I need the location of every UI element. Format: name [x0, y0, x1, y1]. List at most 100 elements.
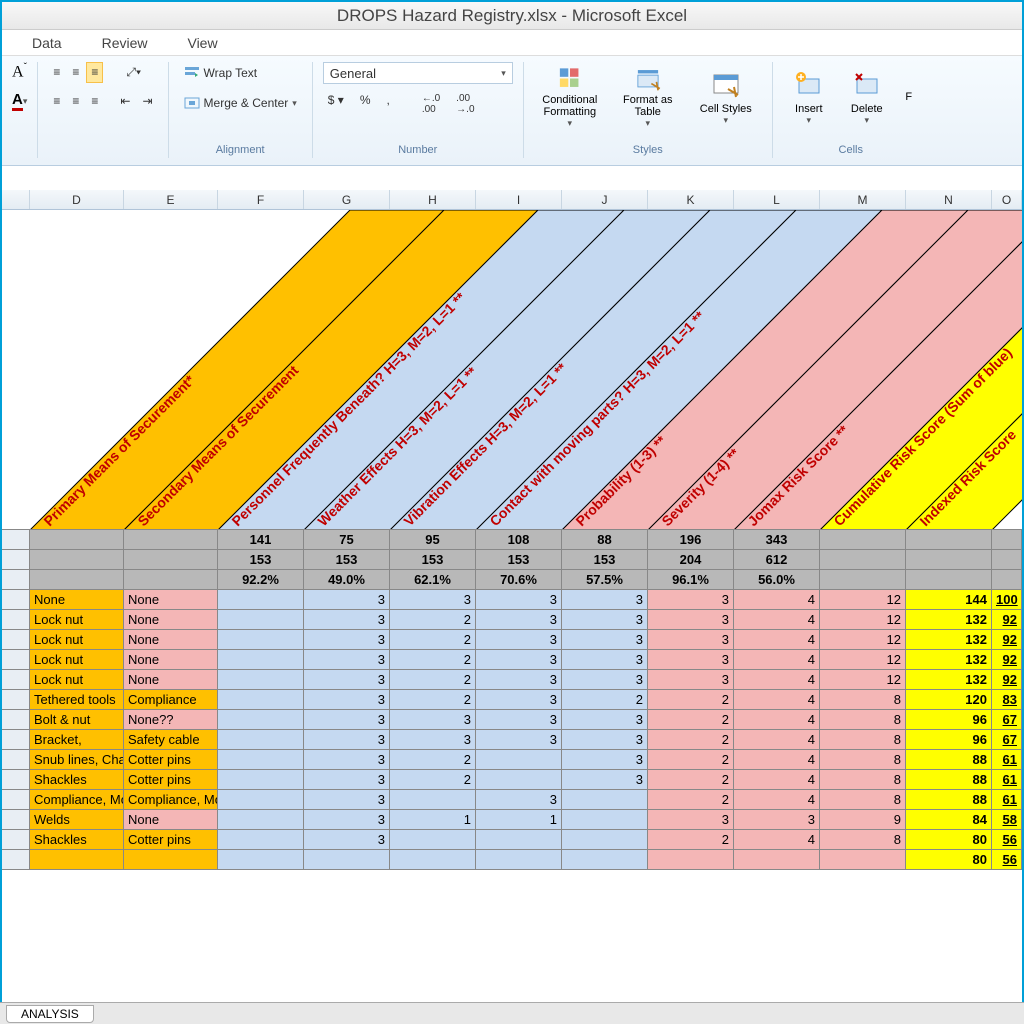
cell[interactable]: 3 — [390, 730, 476, 750]
cell[interactable]: 8 — [820, 750, 906, 770]
summary-cell[interactable]: 88 — [562, 530, 648, 550]
summary-cell[interactable] — [30, 570, 124, 590]
cell[interactable]: 3 — [562, 710, 648, 730]
cell[interactable] — [476, 750, 562, 770]
cell-indexed[interactable]: 61 — [992, 790, 1022, 810]
cell-primary[interactable]: Shackles — [30, 830, 124, 850]
cell[interactable] — [218, 630, 304, 650]
increase-decimal[interactable]: ←.0.00 — [417, 90, 445, 118]
cell-indexed[interactable]: 92 — [992, 630, 1022, 650]
summary-cell[interactable]: 56.0% — [734, 570, 820, 590]
cell[interactable]: 3 — [476, 790, 562, 810]
cell[interactable]: 2 — [390, 750, 476, 770]
cell-secondary[interactable]: None?? — [124, 710, 218, 730]
cell-primary[interactable] — [30, 850, 124, 870]
cell[interactable]: 3 — [648, 630, 734, 650]
insert-button[interactable]: Insert ▾ — [783, 64, 835, 130]
cell[interactable]: 3 — [476, 730, 562, 750]
cell[interactable]: 1 — [390, 810, 476, 830]
cell[interactable] — [476, 770, 562, 790]
summary-cell[interactable]: 612 — [734, 550, 820, 570]
cell-cumulative[interactable]: 88 — [906, 750, 992, 770]
summary-cell[interactable]: 62.1% — [390, 570, 476, 590]
cell[interactable] — [562, 830, 648, 850]
cell[interactable]: 2 — [648, 730, 734, 750]
cell[interactable] — [218, 810, 304, 830]
summary-cell[interactable]: 57.5% — [562, 570, 648, 590]
menu-data[interactable]: Data — [32, 35, 62, 51]
cell[interactable]: 3 — [648, 650, 734, 670]
cell[interactable]: 8 — [820, 710, 906, 730]
cell[interactable]: 8 — [820, 770, 906, 790]
cell[interactable]: 3 — [476, 650, 562, 670]
cell[interactable]: 3 — [304, 730, 390, 750]
decrease-decimal[interactable]: .00→.0 — [451, 90, 479, 118]
cell[interactable]: 12 — [820, 670, 906, 690]
align-middle[interactable]: ≡ — [67, 62, 84, 83]
cell-indexed[interactable]: 56 — [992, 850, 1022, 870]
col-header[interactable]: G — [304, 190, 390, 209]
cell[interactable]: 12 — [820, 630, 906, 650]
currency-button[interactable]: $ ▾ — [323, 90, 349, 118]
cell-cumulative[interactable]: 88 — [906, 790, 992, 810]
cell[interactable]: 2 — [390, 610, 476, 630]
align-bottom[interactable]: ≡ — [86, 62, 103, 83]
cell[interactable] — [218, 790, 304, 810]
cell-primary[interactable]: Lock nut — [30, 670, 124, 690]
col-header[interactable]: H — [390, 190, 476, 209]
cell-cumulative[interactable]: 80 — [906, 850, 992, 870]
cell-primary[interactable]: Tethered tools — [30, 690, 124, 710]
cell-indexed[interactable]: 61 — [992, 750, 1022, 770]
increase-indent[interactable]: ⇥ — [137, 91, 157, 111]
summary-cell[interactable] — [906, 530, 992, 550]
cell[interactable]: 4 — [734, 710, 820, 730]
cell-cumulative[interactable]: 132 — [906, 670, 992, 690]
col-header[interactable]: F — [218, 190, 304, 209]
cell[interactable]: 3 — [648, 670, 734, 690]
cell[interactable] — [218, 590, 304, 610]
cell[interactable]: 3 — [304, 830, 390, 850]
align-top[interactable]: ≡ — [48, 62, 65, 83]
summary-cell[interactable]: 153 — [390, 550, 476, 570]
cell[interactable] — [218, 670, 304, 690]
cell[interactable]: 2 — [390, 630, 476, 650]
data-grid[interactable]: 1417595108881963431531531531531532046129… — [2, 530, 1022, 870]
cell[interactable]: 2 — [648, 830, 734, 850]
number-format-dropdown[interactable]: General▾ — [323, 62, 513, 84]
cell-cumulative[interactable]: 132 — [906, 610, 992, 630]
cell[interactable]: 3 — [304, 670, 390, 690]
col-header[interactable]: E — [124, 190, 218, 209]
cell[interactable]: 8 — [820, 830, 906, 850]
cell-secondary[interactable]: Cotter pins — [124, 770, 218, 790]
cell[interactable]: 8 — [820, 790, 906, 810]
decrease-indent[interactable]: ⇤ — [115, 91, 135, 111]
cell[interactable]: 3 — [476, 630, 562, 650]
summary-cell[interactable]: 153 — [476, 550, 562, 570]
cell[interactable] — [390, 830, 476, 850]
cell[interactable]: 3 — [562, 650, 648, 670]
cell-primary[interactable]: Bolt & nut — [30, 710, 124, 730]
cell[interactable]: 4 — [734, 590, 820, 610]
summary-cell[interactable] — [30, 530, 124, 550]
cell[interactable]: 4 — [734, 730, 820, 750]
cell[interactable] — [648, 850, 734, 870]
cell[interactable]: 2 — [390, 650, 476, 670]
cell[interactable] — [390, 790, 476, 810]
cell-secondary[interactable]: Safety cable — [124, 730, 218, 750]
cell[interactable]: 3 — [304, 630, 390, 650]
cell[interactable] — [218, 850, 304, 870]
cell-primary[interactable]: Compliance, Monitoring — [30, 790, 124, 810]
cell-cumulative[interactable]: 144 — [906, 590, 992, 610]
cell[interactable] — [304, 850, 390, 870]
cell[interactable]: 3 — [304, 590, 390, 610]
cell[interactable]: 3 — [304, 650, 390, 670]
cell[interactable] — [218, 690, 304, 710]
cell[interactable]: 3 — [648, 590, 734, 610]
cell[interactable]: 3 — [476, 670, 562, 690]
summary-cell[interactable]: 153 — [218, 550, 304, 570]
cell-secondary[interactable]: None — [124, 630, 218, 650]
align-right[interactable]: ≡ — [86, 91, 103, 111]
cell[interactable]: 4 — [734, 690, 820, 710]
orientation-button[interactable]: ⤢▾ — [121, 62, 146, 83]
cell[interactable]: 3 — [648, 610, 734, 630]
